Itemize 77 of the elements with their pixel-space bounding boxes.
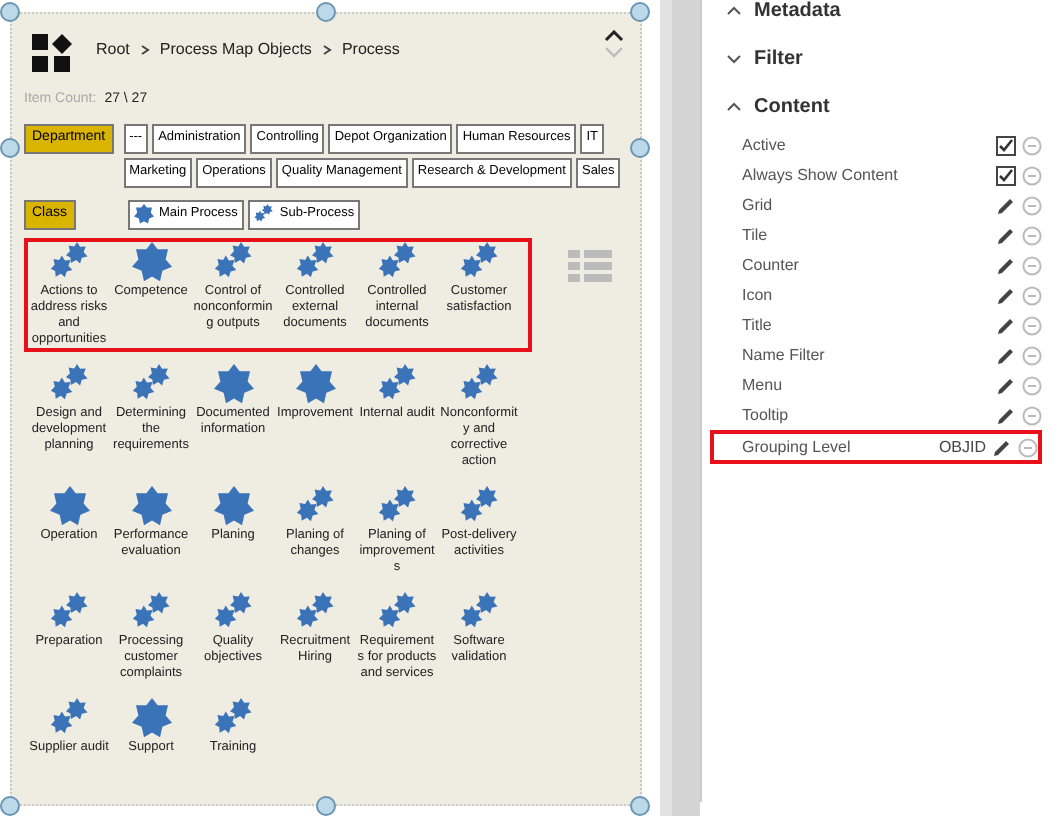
property-row[interactable]: Tooltip <box>726 400 1042 430</box>
gear-icon <box>131 697 171 737</box>
chevron-right-icon <box>139 44 150 56</box>
section-title[interactable]: Metadata <box>754 0 841 25</box>
property-row[interactable]: Counter <box>726 250 1042 280</box>
property-name: Menu <box>742 373 783 397</box>
property-name: Active <box>742 133 786 157</box>
checkbox[interactable] <box>996 135 1016 155</box>
gears-icon <box>213 241 253 281</box>
resize-handle[interactable] <box>316 796 336 816</box>
property-name: Counter <box>742 253 799 277</box>
gears-icon <box>213 591 253 631</box>
gears-icon <box>295 241 335 281</box>
gears-icon <box>377 591 417 631</box>
resize-handle[interactable] <box>0 138 20 158</box>
resize-handle[interactable] <box>0 2 20 22</box>
resize-handle[interactable] <box>630 138 650 158</box>
property-row[interactable]: Always Show Content <box>726 160 1042 190</box>
gear-icon <box>213 485 253 525</box>
chevron-up-icon[interactable] <box>604 30 624 42</box>
property-row[interactable]: Icon <box>726 280 1042 310</box>
gears-icon <box>213 697 253 737</box>
gears-icon <box>377 485 417 525</box>
chevron-up-icon[interactable] <box>726 101 742 111</box>
list-view-icon[interactable] <box>568 249 612 281</box>
property-name: Grid <box>742 193 773 217</box>
resize-handle[interactable] <box>316 2 336 22</box>
section-title[interactable]: Filter <box>754 43 803 73</box>
property-name: Grouping Level <box>742 435 851 459</box>
property-name: Title <box>742 313 772 337</box>
gears-icon <box>459 485 499 525</box>
property-row[interactable]: Title <box>726 310 1042 340</box>
breadcrumb-link[interactable]: Process <box>341 38 400 62</box>
breadcrumb-link[interactable]: Process Map Objects <box>159 38 312 62</box>
gears-icon <box>131 591 171 631</box>
section-title[interactable]: Content <box>754 91 830 121</box>
property-row[interactable]: Menu <box>726 370 1042 400</box>
chevron-down-icon[interactable] <box>726 53 742 63</box>
gears-icon <box>377 363 417 403</box>
breadcrumb-link[interactable]: Root <box>96 38 130 62</box>
property-name: Always Show Content <box>742 163 898 187</box>
property-name: Icon <box>742 283 773 307</box>
chevron-up-icon[interactable] <box>726 5 742 15</box>
gears-icon <box>459 363 499 403</box>
gear-icon <box>131 485 171 525</box>
property-value: OBJID <box>938 435 986 459</box>
scrollbar-track[interactable] <box>660 0 700 816</box>
gears-icon <box>295 485 335 525</box>
gears-icon <box>295 591 335 631</box>
highlighted-property-row[interactable]: Grouping Level OBJID <box>710 430 1042 464</box>
gears-icon <box>459 591 499 631</box>
gears-icon <box>49 363 89 403</box>
resize-handle[interactable] <box>630 2 650 22</box>
gears-icon <box>459 241 499 281</box>
gear-icon <box>49 485 89 525</box>
gear-icon <box>133 204 154 224</box>
checkbox[interactable] <box>996 165 1016 185</box>
gear-icon <box>131 241 171 281</box>
grid-logo-icon <box>32 34 72 74</box>
gears-icon <box>131 363 171 403</box>
property-name: Name Filter <box>742 343 825 367</box>
gears-icon <box>253 204 274 224</box>
property-name: Tile <box>742 223 768 247</box>
property-row[interactable]: Tile <box>726 220 1042 250</box>
gears-icon <box>377 241 417 281</box>
gears-icon <box>49 591 89 631</box>
gear-icon <box>213 363 253 403</box>
property-row[interactable]: Grid <box>726 190 1042 220</box>
gear-icon <box>295 363 335 403</box>
chevron-right-icon <box>321 44 332 56</box>
property-row[interactable]: Name Filter <box>726 340 1042 370</box>
property-row[interactable]: Active <box>726 130 1042 160</box>
resize-handle[interactable] <box>0 796 20 816</box>
property-name: Tooltip <box>742 403 789 427</box>
resize-handle[interactable] <box>630 796 650 816</box>
gears-icon <box>49 697 89 737</box>
gears-icon <box>49 241 89 281</box>
